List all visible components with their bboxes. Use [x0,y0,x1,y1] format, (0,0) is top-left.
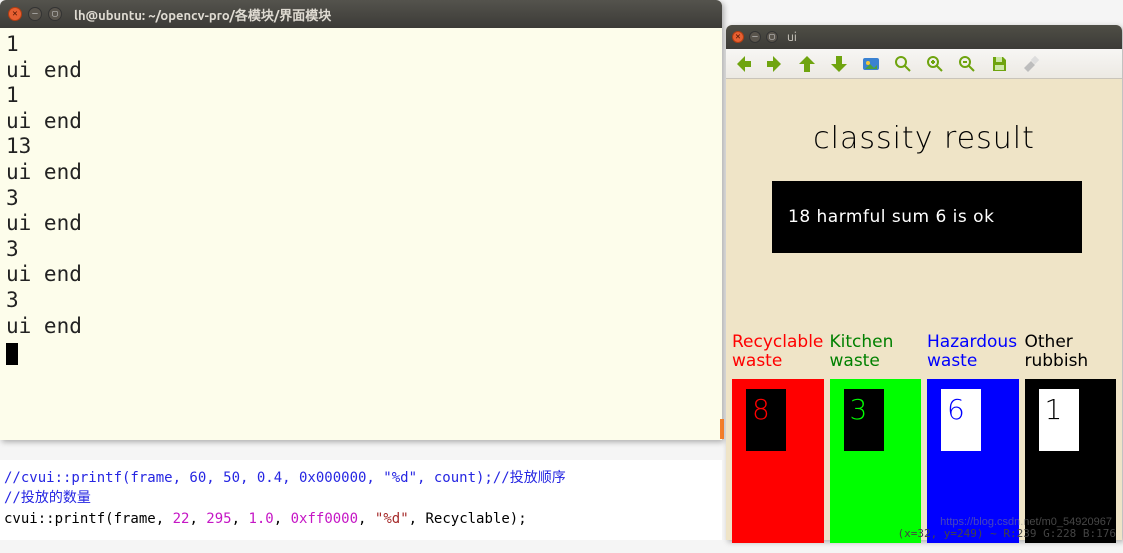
category-0: Recyclable waste8 [732,379,824,553]
minimize-icon[interactable]: – [749,31,761,43]
toolbar [726,49,1122,79]
category-label: Kitchen waste [830,333,894,370]
category-inner: 3 [844,389,884,451]
category-count: 6 [947,393,965,426]
code-comment-line: //cvui::printf(frame, 60, 50, 0.4, 0x000… [4,470,566,486]
category-label: Other rubbish [1025,333,1089,370]
up-icon[interactable] [796,53,818,75]
category-block: 8 [732,379,824,543]
terminal-titlebar[interactable]: ✕ – ▢ lh@ubuntu: ~/opencv-pro/各模块/界面模块 [0,0,722,28]
term-line: ui end [6,109,82,133]
ui-title: ui [787,31,797,44]
term-line: 13 [6,134,31,158]
term-line: ui end [6,314,82,338]
clear-icon[interactable] [1020,53,1042,75]
cursor-icon [6,343,18,365]
ui-titlebar[interactable]: ✕ – ▢ ui [726,25,1122,49]
category-inner: 8 [746,389,786,451]
zoom-reset-icon[interactable] [892,53,914,75]
zoom-out-icon[interactable] [956,53,978,75]
ui-content: classity result 18 harmful sum 6 is ok R… [726,79,1122,540]
terminal-window: ✕ – ▢ lh@ubuntu: ~/opencv-pro/各模块/界面模块 1… [0,0,722,440]
term-line: 3 [6,186,19,210]
image-icon[interactable] [860,53,882,75]
term-line: ui end [6,160,82,184]
code-comment-line: //投放的数量 [4,490,91,506]
term-line: ui end [6,262,82,286]
minimize-icon[interactable]: – [28,7,42,21]
close-icon[interactable]: ✕ [732,31,744,43]
category-inner: 1 [1039,389,1079,451]
category-count: 3 [850,393,868,426]
zoom-in-icon[interactable] [924,53,946,75]
scroll-marker-icon [720,419,724,439]
category-label: Hazardous waste [927,333,1017,370]
save-icon[interactable] [988,53,1010,75]
term-line: 1 [6,83,19,107]
maximize-icon[interactable]: ▢ [48,7,62,21]
code-string: "%d" [375,511,409,527]
close-icon[interactable]: ✕ [8,7,22,21]
heading: classity result [726,121,1122,156]
code-number: 1.0 [248,511,273,527]
category-inner: 6 [941,389,981,451]
code-number: 0xff0000 [291,511,358,527]
back-icon[interactable] [732,53,754,75]
term-line: 1 [6,32,19,56]
category-count: 1 [1045,393,1063,426]
term-line: ui end [6,211,82,235]
category-block: 3 [830,379,922,543]
down-icon[interactable] [828,53,850,75]
result-text: 18 harmful sum 6 is ok [788,207,994,227]
term-line: ui end [6,58,82,82]
status-bar: (x=32, y=249) ~ R:239 G:228 B:176 [897,527,1116,540]
code-editor[interactable]: //cvui::printf(frame, 60, 50, 0.4, 0x000… [0,460,722,540]
forward-icon[interactable] [764,53,786,75]
ui-window: ✕ – ▢ ui classity result 18 harmful sum … [726,25,1122,540]
code-text: , Recyclable); [409,511,527,527]
term-line: 3 [6,237,19,261]
code-text: cvui::printf(frame, [4,511,173,527]
terminal-title: lh@ubuntu: ~/opencv-pro/各模块/界面模块 [74,5,331,24]
result-panel: 18 harmful sum 6 is ok [772,181,1082,253]
code-number: 22 [173,511,190,527]
category-label: Recyclable waste [732,333,823,370]
code-number: 295 [206,511,231,527]
terminal-body[interactable]: 1 ui end 1 ui end 13 ui end 3 ui end 3 u… [0,28,722,369]
term-line: 3 [6,288,19,312]
category-count: 8 [752,393,770,426]
maximize-icon[interactable]: ▢ [766,31,778,43]
